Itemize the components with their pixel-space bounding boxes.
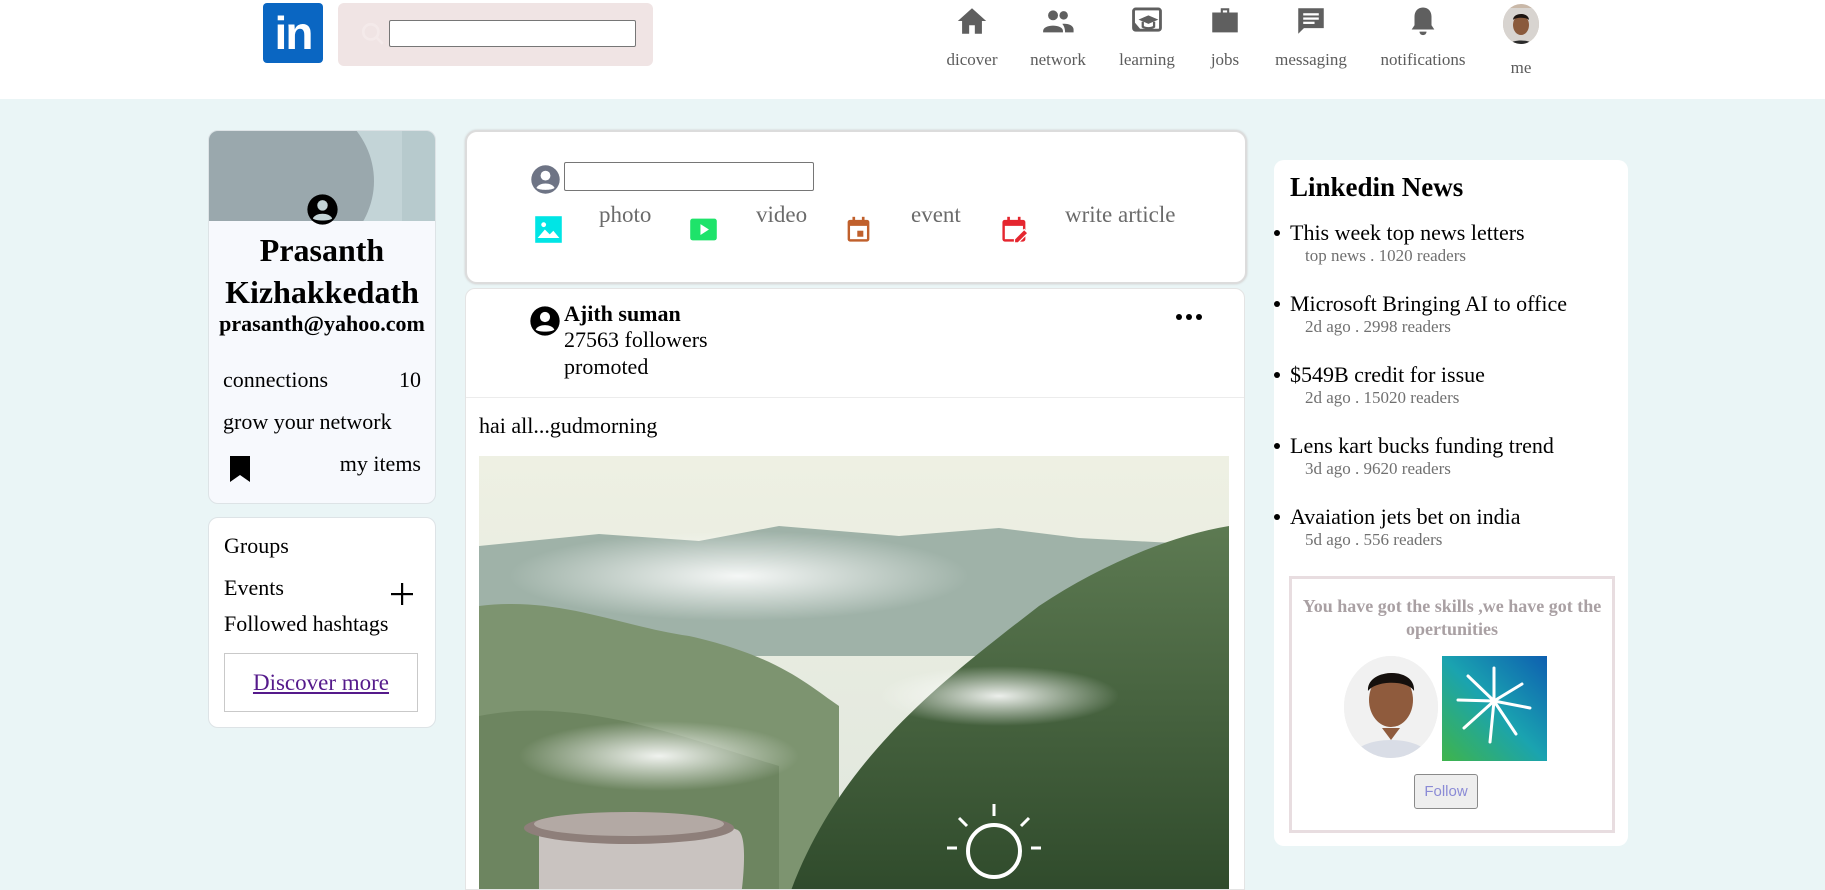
linkedin-logo[interactable]: in: [263, 3, 323, 63]
event-label[interactable]: event: [911, 202, 961, 228]
followed-hashtags-link[interactable]: Followed hashtags: [224, 611, 388, 637]
nav-label: jobs: [1210, 50, 1240, 69]
nav-label: notifications: [1380, 50, 1466, 69]
news-item[interactable]: Avaiation jets bet on india 5d ago . 556…: [1274, 504, 1620, 550]
photo-label[interactable]: photo: [599, 202, 651, 228]
user-circle-icon[interactable]: [306, 193, 339, 226]
groups-card: Groups Events Followed hashtags Discover…: [208, 517, 436, 728]
discover-more-box: Discover more: [224, 653, 418, 712]
profile-name[interactable]: Prasanth Kizhakkedath: [209, 229, 435, 313]
connections-label: connections: [223, 367, 329, 392]
nav-jobs[interactable]: jobs: [1205, 0, 1245, 70]
avatar: [1503, 4, 1539, 44]
promo-profile-photo: [1344, 656, 1438, 758]
nav-label: messaging: [1275, 50, 1347, 69]
plus-icon[interactable]: [389, 581, 415, 607]
post-text: hai all...gudmorning: [479, 413, 658, 438]
news-item[interactable]: Lens kart bucks funding trend 3d ago . 9…: [1274, 433, 1620, 479]
nav-label: network: [1030, 50, 1086, 69]
nav-me[interactable]: me: [1499, 0, 1543, 78]
connections-count: 10: [399, 367, 421, 392]
discover-more-link[interactable]: Discover more: [253, 670, 389, 695]
bookmark-icon: [230, 456, 250, 482]
learning-icon: [1132, 7, 1162, 32]
feed-post: Ajith suman 27563 followers promoted hai…: [465, 288, 1245, 890]
write-article-label[interactable]: write article: [1065, 202, 1175, 228]
nav-notifications[interactable]: notifications: [1376, 0, 1470, 70]
nav-label: learning: [1119, 50, 1175, 69]
news-meta: 2d ago . 15020 readers: [1305, 388, 1460, 407]
follow-button[interactable]: Follow: [1414, 774, 1478, 809]
post-image[interactable]: [479, 456, 1229, 889]
home-icon: [957, 8, 987, 34]
nav-network[interactable]: network: [1021, 0, 1095, 70]
news-item[interactable]: Microsoft Bringing AI to office 2d ago .…: [1274, 291, 1620, 337]
profile-email: prasanth@yahoo.com: [219, 311, 425, 336]
groups-link[interactable]: Groups: [224, 533, 289, 559]
news-title: Linkedin News: [1290, 172, 1464, 202]
news-meta: 3d ago . 9620 readers: [1305, 459, 1451, 478]
news-card: Linkedin News This week top news letters…: [1274, 160, 1628, 846]
search-bar: [338, 3, 653, 66]
my-items-label: my items: [339, 451, 421, 476]
briefcase-icon: [1212, 8, 1238, 33]
message-icon: [1298, 8, 1324, 34]
user-circle-icon[interactable]: [529, 305, 561, 337]
news-meta: 2d ago . 2998 readers: [1305, 317, 1451, 336]
calendar-icon[interactable]: [844, 215, 873, 244]
connections-row[interactable]: connections 10: [223, 367, 421, 393]
divider: [466, 397, 1244, 398]
news-item[interactable]: This week top news letters top news . 10…: [1274, 220, 1620, 266]
news-meta: top news . 1020 readers: [1305, 246, 1466, 265]
grow-network-link[interactable]: grow your network: [223, 409, 421, 435]
video-label[interactable]: video: [756, 202, 807, 228]
company-logo: [1442, 656, 1547, 761]
profile-card: Prasanth Kizhakkedath prasanth@yahoo.com…: [208, 130, 436, 504]
news-meta: 5d ago . 556 readers: [1305, 530, 1443, 549]
nav-label: dicover: [946, 50, 998, 69]
people-icon: [1043, 10, 1074, 33]
nav-learning[interactable]: learning: [1109, 0, 1185, 70]
news-headline[interactable]: Avaiation jets bet on india: [1290, 504, 1620, 530]
events-link[interactable]: Events: [224, 575, 284, 601]
nav-discover[interactable]: dicover: [936, 0, 1008, 70]
news-headline[interactable]: This week top news letters: [1290, 220, 1620, 246]
user-circle-icon: [531, 165, 560, 194]
top-navbar: in dicover network learning jobs messagi…: [0, 0, 1825, 99]
news-headline[interactable]: Microsoft Bringing AI to office: [1290, 291, 1620, 317]
more-options-icon[interactable]: [1175, 311, 1203, 323]
search-input[interactable]: [389, 20, 636, 47]
photo-icon[interactable]: [534, 215, 563, 244]
bell-icon: [1411, 7, 1435, 36]
video-icon[interactable]: [689, 215, 718, 244]
news-item[interactable]: $549B credit for issue 2d ago . 15020 re…: [1274, 362, 1620, 408]
post-author[interactable]: Ajith suman: [564, 301, 681, 327]
post-followers: 27563 followers: [564, 327, 708, 352]
promo-text: You have got the skills ,we have got the…: [1302, 596, 1602, 639]
news-headline[interactable]: Lens kart bucks funding trend: [1290, 433, 1620, 459]
nav-messaging[interactable]: messaging: [1268, 0, 1354, 70]
article-icon[interactable]: [1000, 215, 1029, 244]
search-icon[interactable]: [360, 21, 386, 47]
news-headline[interactable]: $549B credit for issue: [1290, 362, 1620, 388]
post-promoted: promoted: [564, 354, 649, 379]
start-post-input[interactable]: [564, 162, 814, 191]
post-composer: photo video event write article: [465, 130, 1247, 284]
promo-ad: You have got the skills ,we have got the…: [1289, 576, 1615, 833]
nav-label: me: [1510, 58, 1532, 77]
